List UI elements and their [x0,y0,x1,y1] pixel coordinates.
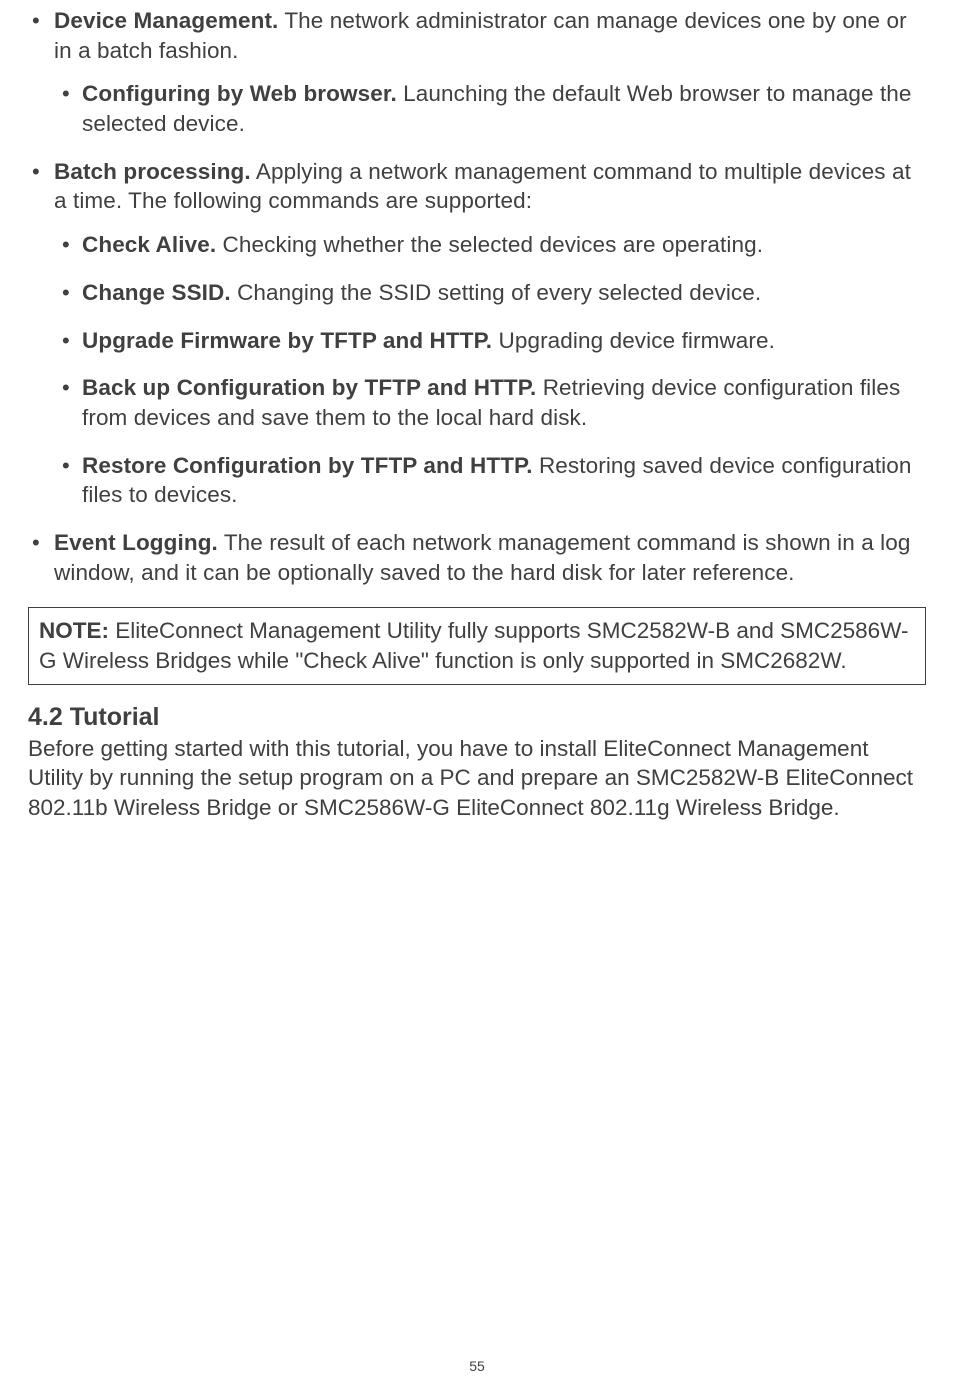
bullet-restore-config: Restore Configuration by TFTP and HTTP. … [54,451,926,510]
bullet-event-logging: Event Logging. The result of each networ… [28,528,926,587]
bullet-title: Upgrade Firmware by TFTP and HTTP. [82,328,492,353]
bullet-title: Change SSID. [82,280,231,305]
page-number: 55 [0,1358,954,1374]
bullet-title: Batch processing. [54,159,251,184]
note-text: EliteConnect Management Utility fully su… [39,618,909,673]
bullet-upgrade-firmware: Upgrade Firmware by TFTP and HTTP. Upgra… [54,326,926,356]
bullet-title: Back up Configuration by TFTP and HTTP. [82,375,536,400]
bullet-change-ssid: Change SSID. Changing the SSID setting o… [54,278,926,308]
bullet-title: Event Logging. [54,530,218,555]
bullet-device-management: Device Management. The network administr… [28,6,926,139]
inner-bullet-list: Configuring by Web browser. Launching th… [54,79,926,138]
bullet-text: Checking whether the selected devices ar… [216,232,763,257]
bullet-batch-processing: Batch processing. Applying a network man… [28,157,926,510]
section-heading: 4.2 Tutorial [28,703,926,732]
outer-bullet-list: Device Management. The network administr… [28,6,926,587]
bullet-check-alive: Check Alive. Checking whether the select… [54,230,926,260]
bullet-title: Device Management. [54,8,278,33]
note-box: NOTE: EliteConnect Management Utility fu… [28,607,926,684]
page-content: Device Management. The network administr… [0,0,954,823]
bullet-backup-config: Back up Configuration by TFTP and HTTP. … [54,373,926,432]
inner-bullet-list: Check Alive. Checking whether the select… [54,230,926,510]
note-label: NOTE: [39,618,109,643]
bullet-title: Check Alive. [82,232,216,257]
bullet-title: Restore Configuration by TFTP and HTTP. [82,453,533,478]
bullet-title: Configuring by Web browser. [82,81,397,106]
bullet-text: Changing the SSID setting of every selec… [231,280,762,305]
bullet-configuring-web: Configuring by Web browser. Launching th… [54,79,926,138]
section-body: Before getting started with this tutoria… [28,734,926,823]
bullet-text: Upgrading device firmware. [492,328,775,353]
